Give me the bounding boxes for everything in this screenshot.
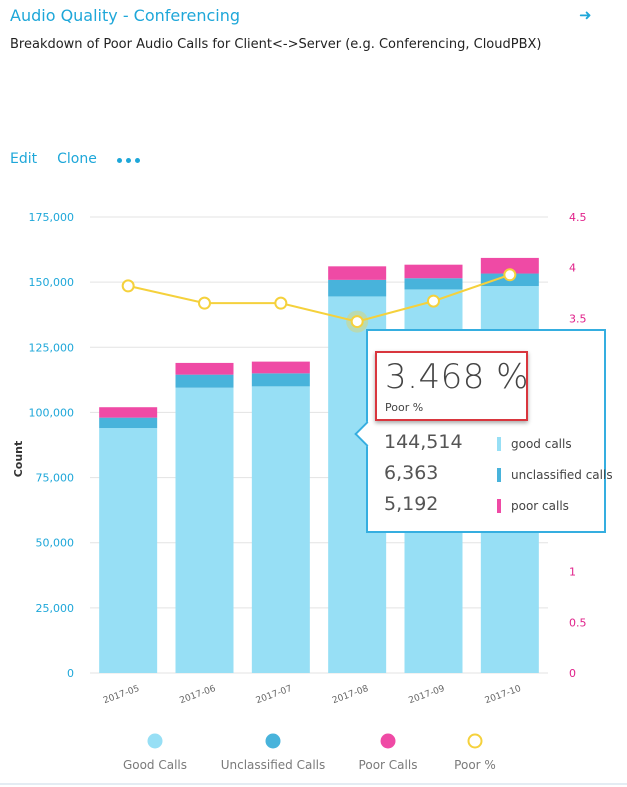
x-tick-label: 2017-07 xyxy=(255,684,294,706)
y2-tick-label: 4 xyxy=(569,262,576,275)
tooltip-highlight-box: 3.468 % Poor % xyxy=(375,351,528,421)
y-tick-label: 125,000 xyxy=(29,341,75,354)
line-point xyxy=(274,296,288,310)
y-axis-title: Count xyxy=(12,441,25,478)
bar-segment xyxy=(251,361,310,374)
tooltip-value: 3.468 % xyxy=(385,357,529,397)
tooltip-poor-label: poor calls xyxy=(511,499,569,513)
y2-tick-label: 4.5 xyxy=(569,211,587,224)
tooltip-good-value: 144,514 xyxy=(384,431,463,453)
legend-marker xyxy=(265,733,281,749)
legend-label: Poor % xyxy=(454,758,496,772)
poor-swatch xyxy=(497,499,501,513)
legend-marker xyxy=(467,733,483,749)
bar-segment xyxy=(175,374,234,388)
x-tick-label: 2017-06 xyxy=(178,684,217,706)
y-tick-label: 25,000 xyxy=(36,602,75,615)
legend-label: Poor Calls xyxy=(359,758,418,772)
x-tick-label: 2017-10 xyxy=(484,684,523,706)
tooltip-poor-value: 5,192 xyxy=(384,493,439,515)
tooltip-unclassified-value: 6,363 xyxy=(384,462,439,484)
y2-tick-label: 1 xyxy=(569,566,576,579)
good-swatch xyxy=(497,437,501,451)
y-tick-label: 0 xyxy=(67,667,74,680)
tooltip-row-poor: 5,192 poor calls xyxy=(384,493,606,517)
legend-label: Good Calls xyxy=(123,758,187,772)
y-tick-label: 175,000 xyxy=(29,211,75,224)
legend-marker xyxy=(380,733,396,749)
legend-label: Unclassified Calls xyxy=(221,758,326,772)
bar-segment xyxy=(328,279,387,297)
tooltip-row-good: 144,514 good calls xyxy=(384,431,606,455)
bar-segment xyxy=(251,373,310,387)
bottom-divider xyxy=(0,783,627,785)
bar-segment xyxy=(175,387,234,673)
tooltip-unclassified-label: unclassified calls xyxy=(511,468,613,482)
line-point xyxy=(121,279,135,293)
bar-segment xyxy=(175,362,234,375)
y-tick-label: 150,000 xyxy=(29,276,75,289)
bar-segment xyxy=(99,417,158,429)
unclassified-swatch xyxy=(497,468,501,482)
data-tooltip: 3.468 % Poor % 144,514 good calls 6,363 … xyxy=(354,329,613,533)
legend-marker xyxy=(147,733,163,749)
y-tick-label: 75,000 xyxy=(36,472,75,485)
line-point xyxy=(427,294,440,308)
bar-segment xyxy=(99,407,158,418)
bar-segment xyxy=(251,386,310,673)
x-tick-label: 2017-09 xyxy=(407,684,446,706)
x-tick-label: 2017-05 xyxy=(102,684,141,706)
line-point xyxy=(503,268,517,282)
bar-segment xyxy=(99,428,158,673)
y-tick-label: 100,000 xyxy=(29,406,75,419)
tooltip-label: Poor % xyxy=(385,401,424,414)
line-point xyxy=(350,315,364,329)
tooltip-row-unclassified: 6,363 unclassified calls xyxy=(384,462,613,486)
bar-segment xyxy=(328,266,387,280)
bar-segment xyxy=(404,264,463,279)
y2-tick-label: 0.5 xyxy=(569,616,587,629)
y2-tick-label: 0 xyxy=(569,667,576,680)
tooltip-good-label: good calls xyxy=(511,437,572,451)
y-tick-label: 50,000 xyxy=(36,537,75,550)
y2-tick-label: 3.5 xyxy=(569,312,587,325)
bar-segment xyxy=(404,278,463,290)
line-point xyxy=(198,296,211,310)
x-tick-label: 2017-08 xyxy=(331,684,370,706)
